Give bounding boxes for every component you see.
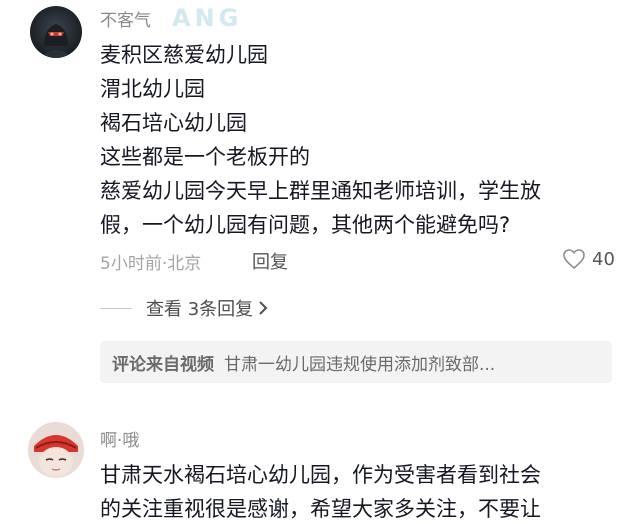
- comment-text-line: 假，一个幼儿园有问题，其他两个能避免吗?: [100, 213, 511, 237]
- view-replies-button[interactable]: 查看 3条回复: [100, 294, 269, 322]
- comment-text: 甘肃天水褐石培心幼儿园，作为受害者看到社会 的关注重视很是感谢，希望大家多关注，…: [100, 458, 541, 524]
- view-replies-label: 查看 3条回复: [146, 299, 254, 320]
- comment-text-line: 褐石培心幼儿园: [100, 111, 247, 135]
- source-video-title: 甘肃一幼儿园违规使用添加剂致部...: [224, 354, 496, 375]
- source-label: 评论来自视频: [112, 354, 214, 375]
- watermark: ANG: [172, 4, 243, 32]
- comment-text-line: 渭北幼儿园: [100, 77, 205, 101]
- comment-item: 不客气 ANG 麦积区慈爱幼儿园 渭北幼儿园 褐石培心幼儿园 这些都是一个老板开…: [0, 0, 640, 400]
- username[interactable]: 不客气: [100, 6, 151, 31]
- comment-time-location: 5小时前·北京: [100, 254, 202, 274]
- reply-divider: [100, 307, 132, 309]
- avatar[interactable]: [30, 6, 82, 58]
- comment-text-line: 这些都是一个老板开的: [100, 145, 310, 169]
- avatar[interactable]: [28, 422, 84, 478]
- comment-text-line: 甘肃天水褐石培心幼儿园，作为受害者看到社会: [100, 463, 541, 487]
- like-button[interactable]: 40: [562, 248, 615, 270]
- username[interactable]: 啊·哦: [100, 426, 139, 451]
- comment-item: 啊·哦 甘肃天水褐石培心幼儿园，作为受害者看到社会 的关注重视很是感谢，希望大家…: [0, 400, 640, 524]
- video-source-link[interactable]: 评论来自视频 甘肃一幼儿园违规使用添加剂致部...: [100, 341, 612, 383]
- comment-text-line: 麦积区慈爱幼儿园: [100, 43, 268, 67]
- comment-text: 麦积区慈爱幼儿园 渭北幼儿园 褐石培心幼儿园 这些都是一个老板开的 慈爱幼儿园今…: [100, 38, 541, 242]
- comment-text-line: 的关注重视很是感谢，希望大家多关注，不要让: [100, 497, 541, 521]
- reply-button[interactable]: 回复: [252, 248, 288, 274]
- comment-section: 不客气 ANG 麦积区慈爱幼儿园 渭北幼儿园 褐石培心幼儿园 这些都是一个老板开…: [0, 0, 640, 524]
- chevron-right-icon: [259, 301, 268, 315]
- heart-outline-icon: [563, 249, 585, 270]
- like-count: 40: [592, 248, 615, 270]
- comment-text-line: 慈爱幼儿园今天早上群里通知老师培训，学生放: [100, 179, 541, 203]
